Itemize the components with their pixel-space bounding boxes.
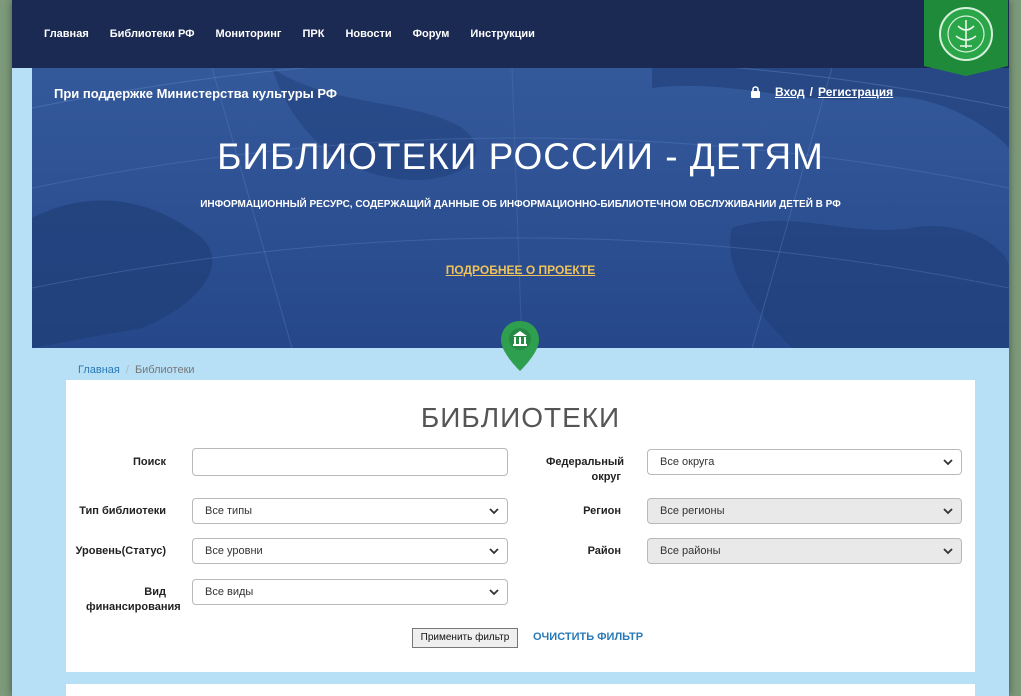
breadcrumb-current: Библиотеки [134, 364, 195, 376]
district-select-value: Все округа [660, 456, 715, 468]
breadcrumb: Главная / Библиотеки [78, 364, 195, 376]
about-project-link[interactable]: ПОДРОБНЕЕ О ПРОЕКТЕ [32, 263, 1009, 277]
area-select[interactable]: Все районы [647, 538, 962, 564]
chevron-down-icon [489, 508, 499, 515]
hero-banner: При поддержке Министерства культуры РФ В… [32, 68, 1009, 348]
register-link[interactable]: Регистрация [818, 85, 893, 99]
nav-links: Главная Библиотеки РФ Мониторинг ПРК Нов… [44, 28, 556, 40]
library-type-select-value: Все типы [205, 505, 253, 517]
auth-links: Вход / Регистрация [750, 85, 893, 99]
top-navigation: Главная Библиотеки РФ Мониторинг ПРК Нов… [12, 0, 1009, 68]
site-subtitle: ИНФОРМАЦИОННЫЙ РЕСУРС, СОДЕРЖАЩИЙ ДАННЫЕ… [200, 199, 841, 210]
region-select-value: Все регионы [660, 505, 725, 517]
ministry-support-text: При поддержке Министерства культуры РФ [54, 86, 337, 101]
level-status-label: Уровень(Статус) [75, 545, 166, 557]
map-pin-icon [501, 321, 539, 371]
area-label: Район [587, 545, 621, 557]
district-label: Федеральный округ [546, 456, 624, 483]
apply-filter-button[interactable]: Применить фильтр [412, 628, 518, 648]
chevron-down-icon [943, 459, 953, 466]
site-title: БИБЛИОТЕКИ РОССИИ - ДЕТЯМ [217, 136, 824, 177]
results-panel [66, 684, 975, 696]
search-label: Поиск [132, 456, 166, 468]
region-select[interactable]: Все регионы [647, 498, 962, 524]
nav-item-instructions[interactable]: Инструкции [470, 28, 535, 40]
nav-item-prk[interactable]: ПРК [303, 28, 325, 40]
funding-type-select[interactable]: Все виды [192, 579, 508, 605]
breadcrumb-separator: / [125, 364, 129, 376]
chevron-down-icon [943, 508, 953, 515]
library-emblem-icon[interactable] [924, 0, 1008, 76]
funding-type-select-value: Все виды [205, 586, 254, 598]
library-type-select[interactable]: Все типы [192, 498, 508, 524]
nav-item-libraries[interactable]: Библиотеки РФ [110, 28, 195, 40]
filter-panel: БИБЛИОТЕКИ Поиск Федеральный округ Все о… [66, 380, 975, 672]
nav-item-news[interactable]: Новости [345, 28, 391, 40]
chevron-down-icon [489, 548, 499, 555]
region-label: Регион [583, 505, 621, 517]
breadcrumb-home-link[interactable]: Главная [78, 364, 120, 376]
funding-type-label: Вид финансирования [86, 586, 181, 613]
clear-filter-button[interactable]: ОЧИСТИТЬ ФИЛЬТР [533, 631, 643, 643]
auth-separator: / [809, 85, 814, 99]
nav-item-home[interactable]: Главная [44, 28, 89, 40]
level-status-select-value: Все уровни [205, 545, 263, 557]
page-title: БИБЛИОТЕКИ [420, 402, 621, 433]
district-select[interactable]: Все округа [647, 449, 962, 475]
chevron-down-icon [943, 548, 953, 555]
page: Главная Библиотеки РФ Мониторинг ПРК Нов… [12, 0, 1009, 696]
chevron-down-icon [489, 589, 499, 596]
login-link[interactable]: Вход [775, 85, 805, 99]
area-select-value: Все районы [660, 545, 721, 557]
library-type-label: Тип библиотеки [79, 505, 166, 517]
nav-item-monitoring[interactable]: Мониторинг [216, 28, 282, 40]
nav-item-forum[interactable]: Форум [413, 28, 450, 40]
lock-icon [751, 86, 760, 98]
level-status-select[interactable]: Все уровни [192, 538, 508, 564]
search-input[interactable] [192, 448, 508, 476]
